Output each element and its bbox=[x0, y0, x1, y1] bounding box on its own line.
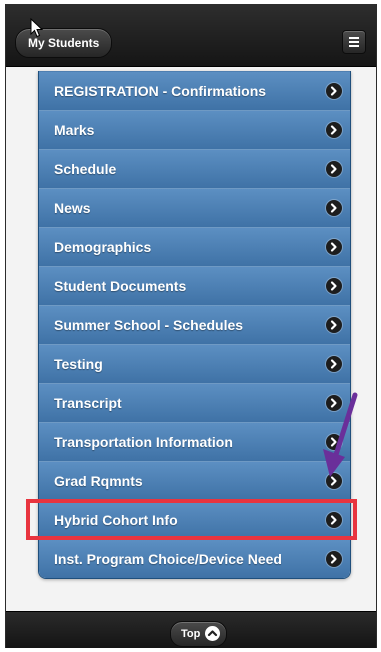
list-item-transportation-information[interactable]: Transportation Information bbox=[39, 422, 350, 461]
top-button-label: Top bbox=[181, 628, 201, 640]
chevron-right-circle-icon bbox=[326, 83, 342, 99]
list-item-grad-rqmnts[interactable]: Grad Rqmnts bbox=[39, 461, 350, 500]
app-frame: My Students REGISTRATION - Confirmations… bbox=[5, 4, 377, 648]
list-item-student-documents[interactable]: Student Documents bbox=[39, 266, 350, 305]
chevron-right-circle-icon bbox=[326, 551, 342, 567]
chevron-up-circle-icon bbox=[205, 625, 221, 641]
chevron-right-circle-icon bbox=[326, 473, 342, 489]
chevron-right-circle-icon bbox=[326, 317, 342, 333]
list-item-label: Transportation Information bbox=[54, 434, 233, 450]
list-item-label: Summer School - Schedules bbox=[54, 317, 244, 333]
list-item-transcript[interactable]: Transcript bbox=[39, 383, 350, 422]
menu-bar bbox=[349, 37, 359, 39]
list-item-hybrid-cohort-info[interactable]: Hybrid Cohort Info bbox=[39, 500, 350, 539]
list-item-label: Demographics bbox=[54, 239, 152, 255]
list-item-label: REGISTRATION - Confirmations bbox=[54, 83, 267, 99]
menu-bar bbox=[349, 45, 359, 47]
chevron-right-circle-icon bbox=[326, 395, 342, 411]
list-item-label: Transcript bbox=[54, 395, 122, 411]
list-item-label: Inst. Program Choice/Device Need bbox=[54, 551, 282, 567]
menu-bar bbox=[349, 41, 359, 43]
list-item-schedule[interactable]: Schedule bbox=[39, 149, 350, 188]
chevron-right-circle-icon bbox=[326, 161, 342, 177]
list-item-marks[interactable]: Marks bbox=[39, 110, 350, 149]
list-item-demographics[interactable]: Demographics bbox=[39, 227, 350, 266]
list-item-label: News bbox=[54, 200, 91, 216]
hamburger-menu-icon[interactable] bbox=[342, 30, 366, 54]
list-item-label: Student Documents bbox=[54, 278, 187, 294]
chevron-right-circle-icon bbox=[326, 200, 342, 216]
list-item-summer-school-schedules[interactable]: Summer School - Schedules bbox=[39, 305, 350, 344]
content-area: REGISTRATION - Confirmations Marks Sched… bbox=[6, 67, 376, 611]
list-item-label: Testing bbox=[54, 356, 103, 372]
chevron-right-circle-icon bbox=[326, 122, 342, 138]
chevron-right-circle-icon bbox=[326, 434, 342, 450]
app-header: My Students bbox=[6, 4, 376, 67]
chevron-right-circle-icon bbox=[326, 356, 342, 372]
top-button[interactable]: Top bbox=[170, 621, 228, 647]
list-item-label: Schedule bbox=[54, 161, 117, 177]
list-item-label: Marks bbox=[54, 122, 95, 138]
list-item-label: Hybrid Cohort Info bbox=[54, 512, 178, 528]
list-item-testing[interactable]: Testing bbox=[39, 344, 350, 383]
student-menu-list: REGISTRATION - Confirmations Marks Sched… bbox=[38, 71, 351, 579]
chevron-right-circle-icon bbox=[326, 512, 342, 528]
chevron-right-circle-icon bbox=[326, 278, 342, 294]
my-students-button[interactable]: My Students bbox=[15, 28, 113, 58]
app-footer: Top bbox=[6, 611, 376, 648]
list-item-label: Grad Rqmnts bbox=[54, 473, 143, 489]
list-item-news[interactable]: News bbox=[39, 188, 350, 227]
chevron-right-circle-icon bbox=[326, 239, 342, 255]
list-item-registration-confirmations[interactable]: REGISTRATION - Confirmations bbox=[39, 71, 350, 110]
list-item-inst-program-choice-device-need[interactable]: Inst. Program Choice/Device Need bbox=[39, 539, 350, 578]
